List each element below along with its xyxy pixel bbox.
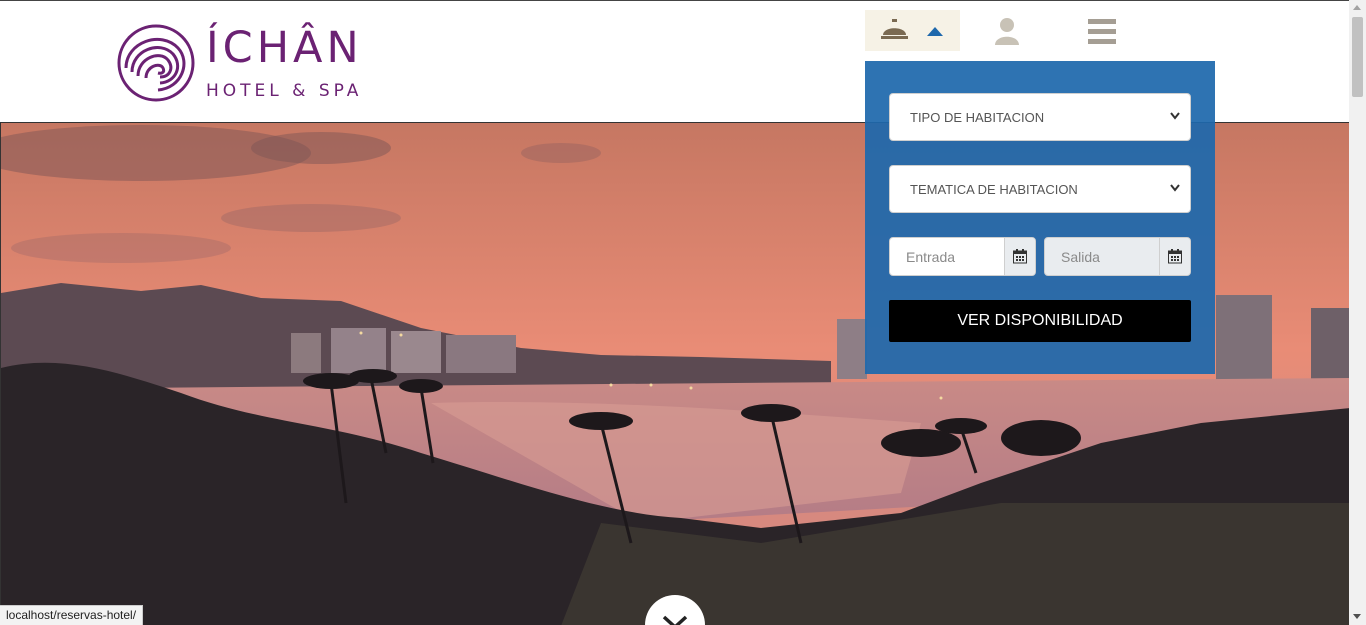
brand-name: ÍCHÂN xyxy=(206,23,363,73)
checkin-placeholder: Entrada xyxy=(906,249,956,265)
checkout-placeholder: Salida xyxy=(1061,249,1100,265)
caret-up-icon xyxy=(927,27,943,36)
check-availability-button[interactable]: VER DISPONIBILIDAD xyxy=(889,300,1191,342)
user-account-button[interactable] xyxy=(994,17,1020,45)
hamburger-menu-icon xyxy=(1088,19,1116,44)
brand-subtitle: HOTEL & SPA xyxy=(206,81,363,101)
main-menu-button[interactable] xyxy=(1088,19,1116,45)
scroll-down-arrow-icon[interactable] xyxy=(1353,614,1361,619)
booking-panel: TIPO DE HABITACION TEMATICA DE HABITACIO… xyxy=(865,61,1215,374)
checkout-calendar-button[interactable] xyxy=(1159,238,1190,275)
scrollbar-thumb[interactable] xyxy=(1352,17,1363,97)
chevron-down-icon xyxy=(1170,112,1180,120)
room-type-select-value: TIPO DE HABITACION xyxy=(910,110,1045,125)
checkout-date-input[interactable]: Salida xyxy=(1044,237,1191,276)
calendar-icon xyxy=(1168,249,1182,264)
chevron-down-icon xyxy=(662,615,688,625)
calendar-icon xyxy=(1013,249,1027,264)
vertical-scrollbar[interactable] xyxy=(1349,0,1366,625)
status-bar-url: localhost/reservas-hotel/ xyxy=(0,605,144,625)
user-icon xyxy=(995,18,1019,45)
room-theme-select-value: TEMATICA DE HABITACION xyxy=(910,182,1078,197)
checkin-calendar-button[interactable] xyxy=(1004,238,1035,275)
chevron-down-icon xyxy=(1170,184,1180,192)
booking-toggle-button[interactable] xyxy=(865,10,960,51)
logo-emblem-icon xyxy=(117,24,195,102)
room-type-select[interactable]: TIPO DE HABITACION xyxy=(889,93,1191,141)
hotel-logo[interactable]: ÍCHÂN HOTEL & SPA xyxy=(116,22,396,106)
scroll-up-arrow-icon[interactable] xyxy=(1353,5,1361,10)
concierge-bell-icon xyxy=(881,19,908,39)
room-theme-select[interactable]: TEMATICA DE HABITACION xyxy=(889,165,1191,213)
checkin-date-input[interactable]: Entrada xyxy=(889,237,1036,276)
